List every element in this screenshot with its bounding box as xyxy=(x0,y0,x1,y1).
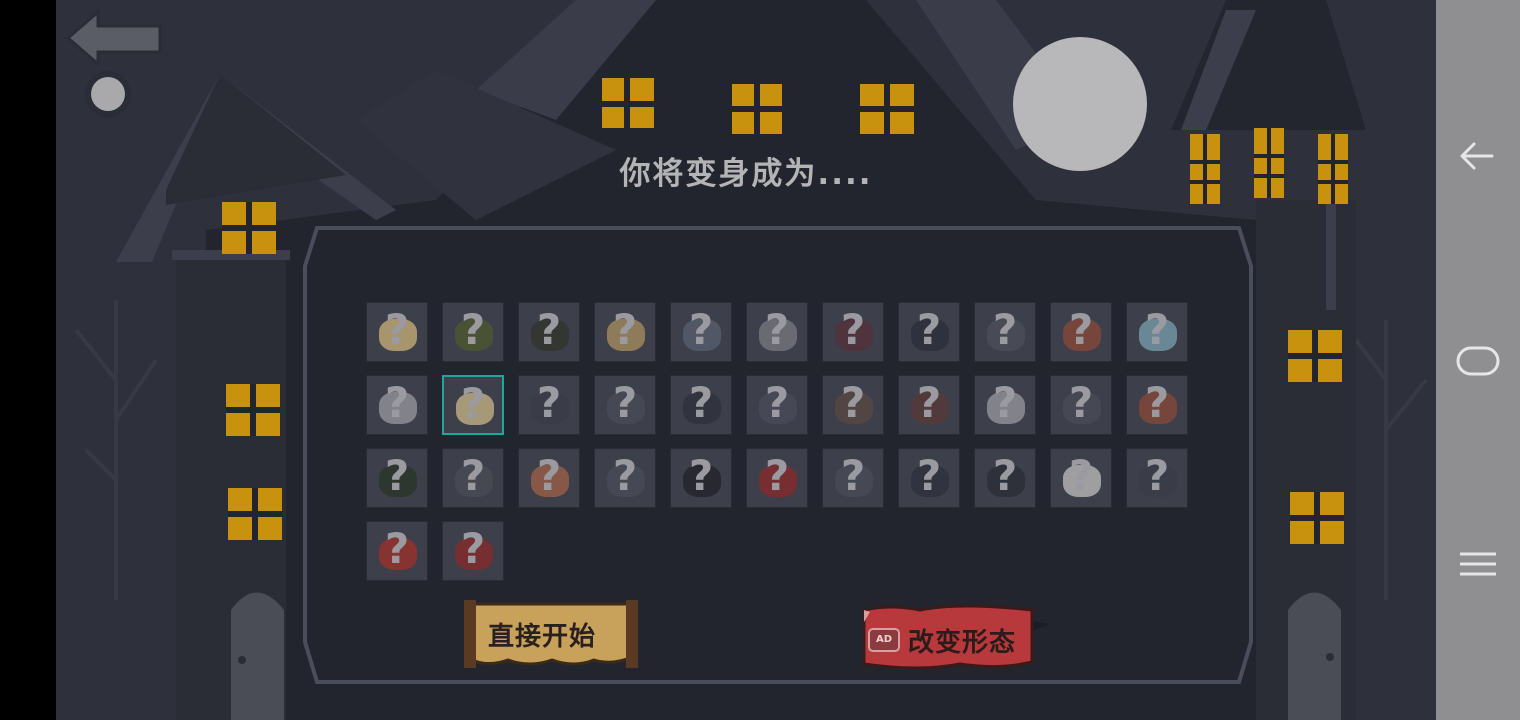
question-mark-icon: ? xyxy=(612,305,638,354)
question-mark-icon: ? xyxy=(612,451,638,500)
question-mark-icon: ? xyxy=(384,305,410,354)
form-cell[interactable]: ? xyxy=(1050,448,1112,508)
question-mark-icon: ? xyxy=(460,379,486,428)
form-cell[interactable]: ? xyxy=(1126,448,1188,508)
question-mark-icon: ? xyxy=(460,524,486,573)
form-cell[interactable]: ? xyxy=(442,302,504,362)
form-cell[interactable]: ? xyxy=(822,302,884,362)
form-cell[interactable]: ? xyxy=(366,521,428,581)
question-mark-icon: ? xyxy=(916,305,942,354)
form-cell[interactable]: ? xyxy=(974,448,1036,508)
start-button-label: 直接开始 xyxy=(488,622,597,652)
form-cell[interactable]: ? xyxy=(1050,375,1112,435)
form-cell[interactable]: ? xyxy=(594,302,656,362)
nav-menu-icon[interactable] xyxy=(1436,534,1520,594)
question-mark-icon: ? xyxy=(688,451,714,500)
question-mark-icon: ? xyxy=(536,451,562,500)
back-arrow-icon[interactable] xyxy=(66,10,162,66)
question-mark-icon: ? xyxy=(840,305,866,354)
nav-back-icon[interactable] xyxy=(1436,126,1520,186)
form-cell[interactable]: ? xyxy=(518,375,580,435)
question-mark-icon: ? xyxy=(992,378,1018,427)
question-mark-icon: ? xyxy=(536,378,562,427)
form-cell[interactable]: ? xyxy=(670,375,732,435)
status-dot xyxy=(91,77,125,111)
form-grid: ??????????????????????????????????? xyxy=(366,302,1196,587)
question-mark-icon: ? xyxy=(460,451,486,500)
question-mark-icon: ? xyxy=(688,305,714,354)
question-mark-icon: ? xyxy=(992,451,1018,500)
question-mark-icon: ? xyxy=(916,451,942,500)
question-mark-icon: ? xyxy=(916,378,942,427)
form-cell[interactable]: ? xyxy=(442,375,504,435)
form-cell[interactable]: ? xyxy=(746,448,808,508)
form-cell[interactable]: ? xyxy=(974,375,1036,435)
question-mark-icon: ? xyxy=(992,305,1018,354)
form-cell[interactable]: ? xyxy=(366,302,428,362)
form-cell[interactable]: ? xyxy=(670,448,732,508)
question-mark-icon: ? xyxy=(384,451,410,500)
question-mark-icon: ? xyxy=(536,305,562,354)
form-cell[interactable]: ? xyxy=(1126,375,1188,435)
form-cell[interactable]: ? xyxy=(442,521,504,581)
form-cell[interactable]: ? xyxy=(822,448,884,508)
question-mark-icon: ? xyxy=(1068,305,1094,354)
form-cell[interactable]: ? xyxy=(898,302,960,362)
question-mark-icon: ? xyxy=(840,451,866,500)
form-cell[interactable]: ? xyxy=(594,448,656,508)
form-cell[interactable]: ? xyxy=(594,375,656,435)
form-cell[interactable]: ? xyxy=(898,375,960,435)
question-mark-icon: ? xyxy=(764,305,790,354)
question-mark-icon: ? xyxy=(612,378,638,427)
form-cell[interactable]: ? xyxy=(746,375,808,435)
ad-video-icon: AD xyxy=(868,628,900,652)
form-cell[interactable]: ? xyxy=(518,302,580,362)
question-mark-icon: ? xyxy=(1144,378,1170,427)
start-button[interactable]: 直接开始 xyxy=(464,600,638,668)
form-cell[interactable]: ? xyxy=(442,448,504,508)
form-cell[interactable]: ? xyxy=(974,302,1036,362)
form-cell[interactable]: ? xyxy=(746,302,808,362)
form-cell[interactable]: ? xyxy=(1126,302,1188,362)
question-mark-icon: ? xyxy=(1068,451,1094,500)
question-mark-icon: ? xyxy=(460,305,486,354)
question-mark-icon: ? xyxy=(1144,305,1170,354)
android-nav-bar xyxy=(1436,0,1520,720)
left-letterbox xyxy=(0,0,56,720)
nav-home-icon[interactable] xyxy=(1436,330,1520,390)
change-form-button[interactable]: AD 改变形态 xyxy=(860,598,1056,674)
game-screen: 你将变身成为.... ?????????????????????????????… xyxy=(56,0,1436,720)
page-title: 你将变身成为.... xyxy=(619,156,873,192)
question-mark-icon: ? xyxy=(764,451,790,500)
form-cell[interactable]: ? xyxy=(898,448,960,508)
question-mark-icon: ? xyxy=(840,378,866,427)
form-cell[interactable]: ? xyxy=(366,448,428,508)
form-cell[interactable]: ? xyxy=(518,448,580,508)
form-cell[interactable]: ? xyxy=(366,375,428,435)
form-cell[interactable]: ? xyxy=(1050,302,1112,362)
form-cell[interactable]: ? xyxy=(822,375,884,435)
moon-icon xyxy=(1013,37,1147,171)
question-mark-icon: ? xyxy=(688,378,714,427)
question-mark-icon: ? xyxy=(1144,451,1170,500)
form-cell[interactable]: ? xyxy=(670,302,732,362)
question-mark-icon: ? xyxy=(764,378,790,427)
question-mark-icon: ? xyxy=(384,378,410,427)
question-mark-icon: ? xyxy=(1068,378,1094,427)
change-form-label: 改变形态 xyxy=(908,628,1017,658)
question-mark-icon: ? xyxy=(384,524,410,573)
